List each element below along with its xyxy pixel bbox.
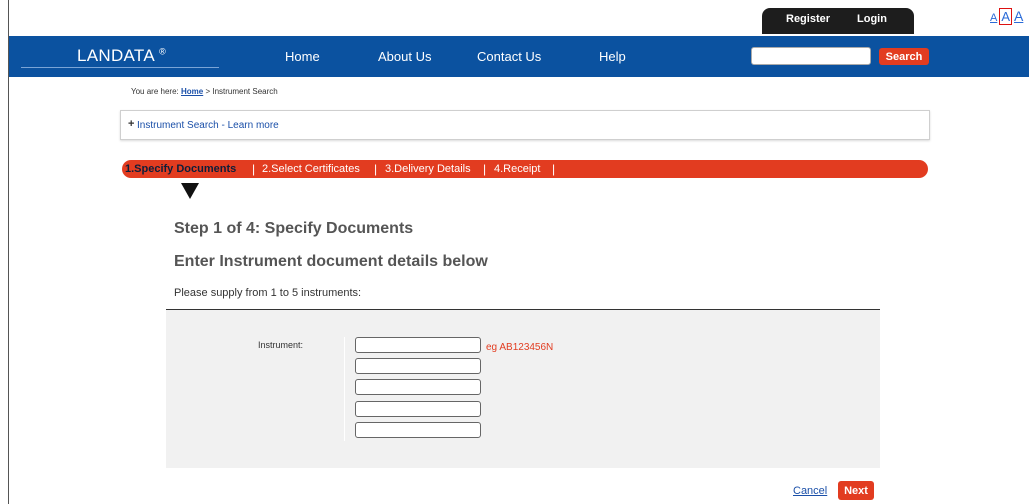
step-2-select-certificates: 2.Select Certificates bbox=[262, 163, 360, 175]
step-4-receipt: 4.Receipt bbox=[494, 163, 541, 175]
step-1-specify-documents: 1.Specify Documents bbox=[125, 163, 237, 175]
instrument-input-3[interactable] bbox=[355, 379, 481, 395]
text-size-medium-link[interactable]: A bbox=[999, 8, 1013, 25]
instrument-form-panel bbox=[166, 310, 880, 468]
instrument-input-5[interactable] bbox=[355, 422, 481, 438]
form-column-divider bbox=[344, 337, 345, 441]
instrument-label: Instrument: bbox=[258, 340, 304, 350]
user-bar: Register Login bbox=[762, 8, 914, 34]
nav-home[interactable]: Home bbox=[285, 49, 320, 64]
supply-instructions: Please supply from 1 to 5 instruments: bbox=[174, 287, 362, 299]
text-size-controls: AAA bbox=[990, 8, 1025, 25]
learn-more-panel[interactable]: + Instrument Search - Learn more bbox=[120, 110, 930, 140]
breadcrumb-home-link[interactable]: Home bbox=[181, 87, 203, 96]
breadcrumb: You are here: Home > Instrument Search bbox=[131, 87, 278, 96]
breadcrumb-prefix: You are here: bbox=[131, 87, 179, 96]
landata-logo[interactable]: LANDATA ® bbox=[77, 46, 166, 66]
instrument-input-2[interactable] bbox=[355, 358, 481, 374]
step-separator: | bbox=[252, 162, 256, 176]
login-link[interactable]: Login bbox=[857, 13, 887, 25]
step-separator: | bbox=[552, 162, 556, 176]
step-separator: | bbox=[374, 162, 378, 176]
next-button[interactable]: Next bbox=[838, 481, 874, 500]
breadcrumb-current: > Instrument Search bbox=[205, 87, 278, 96]
expand-plus-icon[interactable]: + bbox=[128, 118, 134, 130]
register-link[interactable]: Register bbox=[786, 13, 830, 25]
cancel-link[interactable]: Cancel bbox=[793, 485, 827, 497]
search-input[interactable] bbox=[751, 47, 871, 65]
instrument-input-1[interactable] bbox=[355, 337, 481, 353]
text-size-small-link[interactable]: A bbox=[990, 12, 997, 24]
search-button[interactable]: Search bbox=[879, 48, 929, 65]
nav-contact-us[interactable]: Contact Us bbox=[477, 49, 541, 64]
instrument-example-hint: eg AB123456N bbox=[486, 342, 554, 353]
nav-help[interactable]: Help bbox=[599, 49, 626, 64]
logo-underline bbox=[21, 67, 219, 68]
step-heading: Step 1 of 4: Specify Documents bbox=[174, 220, 414, 237]
learn-more-link[interactable]: Instrument Search - Learn more bbox=[137, 120, 279, 131]
step-separator: | bbox=[483, 162, 487, 176]
instrument-input-4[interactable] bbox=[355, 401, 481, 417]
step-progress-bar: 1.Specify Documents | 2.Select Certifica… bbox=[122, 160, 928, 178]
current-step-arrow-icon bbox=[181, 183, 199, 199]
text-size-large-link[interactable]: A bbox=[1014, 8, 1023, 24]
nav-about-us[interactable]: About Us bbox=[378, 49, 431, 64]
step-3-delivery-details: 3.Delivery Details bbox=[385, 163, 471, 175]
instructions-heading: Enter Instrument document details below bbox=[174, 253, 488, 270]
main-nav-bar: LANDATA ® Home About Us Contact Us Help … bbox=[9, 36, 1029, 77]
